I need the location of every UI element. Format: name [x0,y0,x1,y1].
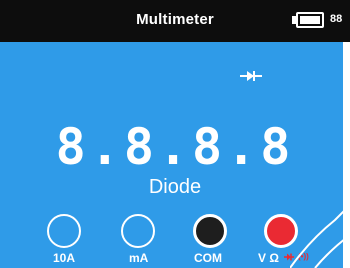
battery-icon [296,12,324,28]
battery-level: 88 [330,13,343,25]
jack-label-v-ohm: V Ω [258,251,279,265]
reading-display: 8.8.8.8 [55,118,295,176]
jack-com[interactable] [193,214,227,248]
jack-ma[interactable] [121,214,155,248]
jack-10a[interactable] [47,214,81,248]
rotary-dial-edge[interactable] [290,205,350,268]
diode-mode-icon [240,71,262,81]
mode-label: Diode [148,176,202,198]
jack-label-ma: mA [129,251,149,265]
jack-label-com: COM [194,251,222,265]
jack-label-10a: 10A [53,251,76,265]
title-bar: Multimeter 88 [0,0,350,42]
battery-fill [300,16,320,24]
